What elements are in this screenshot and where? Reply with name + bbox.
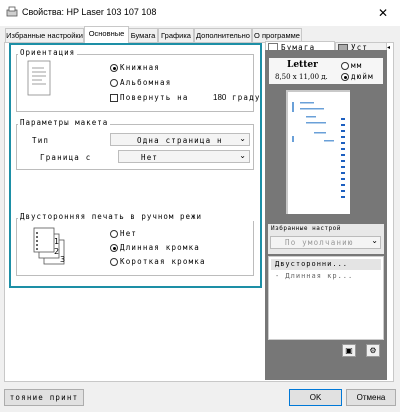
tab-about[interactable]: О программе xyxy=(252,28,302,42)
duplex-long-edge-radio[interactable] xyxy=(110,244,118,252)
close-icon[interactable]: ✕ xyxy=(372,3,394,23)
svg-text:2: 2 xyxy=(54,247,59,256)
layout-group xyxy=(16,124,254,170)
save-favorite-button[interactable]: ▣ xyxy=(342,344,356,357)
title-bar: Свойства: HP Laser 103 107 108 ✕ xyxy=(0,0,400,26)
border-label: Граница с xyxy=(40,153,92,162)
favorite-options-button[interactable]: ⚙ xyxy=(366,344,380,357)
duplex-pages-icon: 1 2 3 xyxy=(33,227,65,265)
rotate-degrees: 180 xyxy=(213,93,227,102)
unit-mm-label: мм xyxy=(351,61,363,70)
favorites-value: По умолчанию xyxy=(285,238,354,247)
duplex-none-radio[interactable] xyxy=(110,230,118,238)
svg-text:3: 3 xyxy=(60,255,65,264)
window-title: Свойства: HP Laser 103 107 108 xyxy=(22,7,157,17)
paper-size: 8,50 x 11,00 д. xyxy=(275,73,328,81)
settings-summary: Двусторонни... - Длинная кр... xyxy=(268,256,384,340)
duplex-short-edge-label: Короткая кромка xyxy=(120,257,206,266)
portrait-radio[interactable] xyxy=(110,64,118,72)
printer-status-button[interactable]: тояние принт xyxy=(4,389,84,406)
summary-row-duplex[interactable]: Двусторонни... xyxy=(271,259,381,270)
layout-type-value: Одна страница н xyxy=(137,136,223,145)
tab-paper[interactable]: Бумага xyxy=(128,28,158,42)
landscape-label: Альбомная xyxy=(120,78,172,87)
summary-row-long-edge: - Длинная кр... xyxy=(275,272,354,280)
ok-button[interactable]: OK xyxy=(289,389,342,406)
paper-name: Letter xyxy=(287,60,318,70)
chevron-down-icon: ⌄ xyxy=(239,134,246,143)
unit-mm-radio[interactable] xyxy=(341,62,349,70)
tab-graphics[interactable]: Графика xyxy=(158,28,194,42)
portrait-page-icon xyxy=(27,60,51,96)
layout-type-label: Тип xyxy=(32,136,50,145)
duplex-short-edge-radio[interactable] xyxy=(110,258,118,266)
printer-app-icon xyxy=(6,6,18,17)
portrait-label: Книжная xyxy=(120,63,161,72)
border-select[interactable]: Нет ⌄ xyxy=(118,150,250,163)
paper-info-box: Letter 8,50 x 11,00 д. мм дюйм xyxy=(269,58,383,84)
chevron-down-icon: ⌄ xyxy=(371,236,378,245)
favorites-title: Избранные настрой xyxy=(271,225,341,232)
layout-type-select[interactable]: Одна страница н ⌄ xyxy=(110,133,250,146)
unit-inch-label: дюйм xyxy=(351,72,374,81)
rotate-label: Повернуть на xyxy=(120,93,189,102)
orientation-title: Ориентация xyxy=(18,48,78,57)
cancel-button[interactable]: Отмена xyxy=(346,389,396,406)
favorites-select[interactable]: По умолчанию ⌄ xyxy=(270,236,381,249)
duplex-long-edge-label: Длинная кромка xyxy=(120,243,201,252)
chevron-down-icon: ⌄ xyxy=(239,151,246,160)
tab-favorites[interactable]: Избранные настройки xyxy=(5,28,84,42)
layout-title: Параметры макета xyxy=(18,118,111,127)
landscape-radio[interactable] xyxy=(110,79,118,87)
rotate-checkbox[interactable] xyxy=(110,94,118,102)
page-preview xyxy=(286,90,350,214)
tab-advanced[interactable]: Дополнительно xyxy=(194,28,252,42)
rotate-suffix: граду xyxy=(232,93,261,102)
border-value: Нет xyxy=(141,153,159,162)
unit-inch-radio[interactable] xyxy=(341,73,349,81)
duplex-title: Двусторонняя печать в ручном режи xyxy=(18,212,262,221)
tab-basic[interactable]: Основные xyxy=(84,26,129,43)
svg-text:1: 1 xyxy=(54,237,59,246)
tab-scroll-arrow-icon[interactable]: ◂ xyxy=(387,42,393,54)
floppy-disk-icon: ▣ xyxy=(345,346,353,355)
gear-icon: ⚙ xyxy=(369,346,377,355)
favorites-box: Избранные настрой По умолчанию ⌄ xyxy=(268,224,384,254)
duplex-none-label: Нет xyxy=(120,229,138,238)
